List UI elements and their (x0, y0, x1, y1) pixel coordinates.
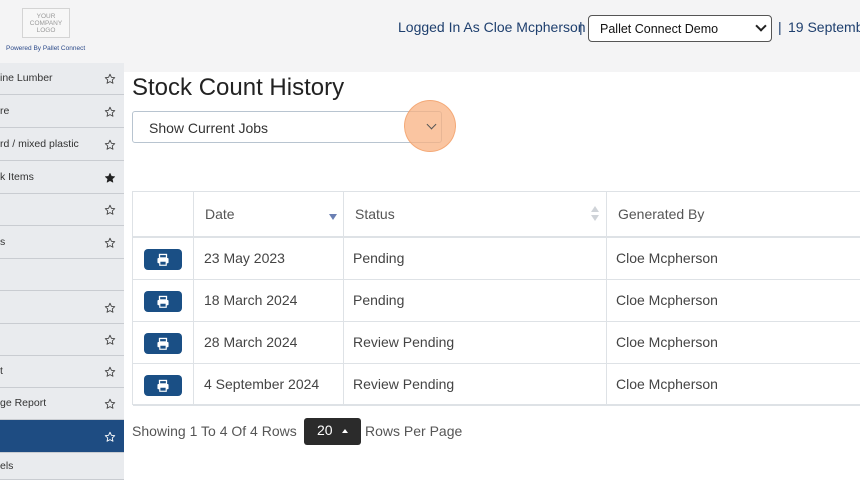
table-row: 4 September 2024 Review Pending Cloe Mcphe… (133, 364, 860, 406)
cell-status: Review Pending (353, 334, 455, 350)
caret-up-icon (342, 429, 348, 433)
cell-generated-by: Cloe Mcpherson (616, 376, 718, 392)
star-outline-icon[interactable] (104, 72, 116, 84)
powered-by-text: Powered By Pallet Connect (6, 45, 86, 52)
print-button[interactable] (144, 291, 182, 312)
sidebar-item[interactable]: els (0, 453, 124, 480)
star-filled-icon[interactable] (104, 171, 116, 183)
cell-status: Pending (353, 292, 405, 308)
cell-generated-by: Cloe Mcpherson (616, 250, 718, 266)
sidebar-item[interactable] (0, 291, 124, 324)
sidebar-item[interactable] (0, 259, 124, 291)
cell-status: Review Pending (353, 376, 455, 392)
sidebar-item[interactable] (0, 324, 124, 356)
sidebar-item-label: ge Report (0, 397, 47, 409)
print-button[interactable] (144, 375, 182, 396)
column-header-date[interactable]: Date (205, 206, 235, 222)
stock-count-table: Date Status Generated By 23 May 2023 Pend… (132, 191, 860, 406)
sidebar-item-label: t (0, 365, 3, 377)
cell-date: 28 March 2024 (204, 334, 298, 350)
sidebar-item[interactable] (0, 194, 124, 226)
table-row: 18 March 2024 Pending Cloe Mcpherson (133, 280, 860, 322)
site-select[interactable]: Pallet Connect Demo (588, 15, 772, 42)
company-logo[interactable]: YOUR COMPANY LOGO (22, 8, 70, 38)
star-outline-icon[interactable] (104, 397, 116, 409)
cell-date: 23 May 2023 (204, 250, 285, 266)
cell-generated-by: Cloe Mcpherson (616, 334, 718, 350)
header-separator: | (778, 19, 782, 35)
sidebar-item-label: re (0, 105, 10, 117)
star-outline-icon[interactable] (104, 365, 116, 377)
header-separator: | (579, 19, 583, 35)
sidebar-item[interactable] (0, 420, 124, 453)
top-header: YOUR COMPANY LOGO Powered By Pallet Conn… (0, 0, 860, 72)
page-size-value: 20 (317, 422, 333, 438)
logged-in-text: Logged In As Cloe Mcpherson (398, 19, 586, 35)
cell-date: 18 March 2024 (204, 292, 298, 308)
star-outline-icon[interactable] (104, 138, 116, 150)
sort-both-icon[interactable] (591, 206, 599, 222)
jobs-filter-select[interactable]: Show Current Jobs (132, 111, 442, 143)
sidebar-item[interactable]: ge Report (0, 388, 124, 420)
sidebar-item-label: k Items (0, 171, 34, 183)
star-outline-icon[interactable] (104, 236, 116, 248)
pagination-summary: Showing 1 To 4 Of 4 Rows (132, 423, 297, 439)
star-outline-icon[interactable] (104, 301, 116, 313)
sidebar-item[interactable]: t (0, 356, 124, 388)
cell-date: 4 September 2024 (204, 376, 320, 392)
page-title: Stock Count History (132, 74, 345, 101)
chevron-down-icon (755, 20, 767, 32)
header-date: 19 Septemb (788, 19, 860, 35)
jobs-filter-value: Show Current Jobs (149, 120, 269, 136)
company-logo-text: YOUR COMPANY LOGO (29, 12, 63, 34)
sidebar-item[interactable]: ine Lumber (0, 63, 124, 95)
sidebar-item[interactable]: re (0, 95, 124, 128)
sidebar-item-label: s (0, 236, 6, 248)
table-row: 28 March 2024 Review Pending Cloe Mcpherso… (133, 322, 860, 364)
star-outline-icon[interactable] (104, 105, 116, 117)
star-outline-icon[interactable] (104, 333, 116, 345)
page-size-button[interactable]: 20 (304, 418, 361, 445)
sidebar-item-label: ine Lumber (0, 72, 53, 84)
table-row: 23 May 2023 Pending Cloe Mcpherson (133, 238, 860, 280)
sidebar-item-label: els (0, 460, 14, 472)
cell-generated-by: Cloe Mcpherson (616, 292, 718, 308)
sort-desc-icon[interactable] (329, 214, 337, 220)
print-button[interactable] (144, 249, 182, 270)
sidebar-item[interactable]: s (0, 226, 124, 259)
site-select-value: Pallet Connect Demo (600, 21, 719, 36)
star-outline-icon[interactable] (104, 430, 116, 442)
rows-per-page-label: Rows Per Page (365, 423, 463, 439)
print-button[interactable] (144, 333, 182, 354)
column-header-status[interactable]: Status (355, 206, 395, 222)
table-header-row: Date Status Generated By (133, 192, 860, 238)
star-outline-icon[interactable] (104, 203, 116, 215)
column-header-generated-by[interactable]: Generated By (618, 206, 704, 222)
sidebar-item[interactable]: k Items (0, 161, 124, 194)
sidebar: ine Lumber re rd / mixed plastic k Items s t g… (0, 63, 124, 480)
sidebar-item-label: rd / mixed plastic (0, 138, 79, 150)
cell-status: Pending (353, 250, 405, 266)
sidebar-item[interactable]: rd / mixed plastic (0, 128, 124, 161)
